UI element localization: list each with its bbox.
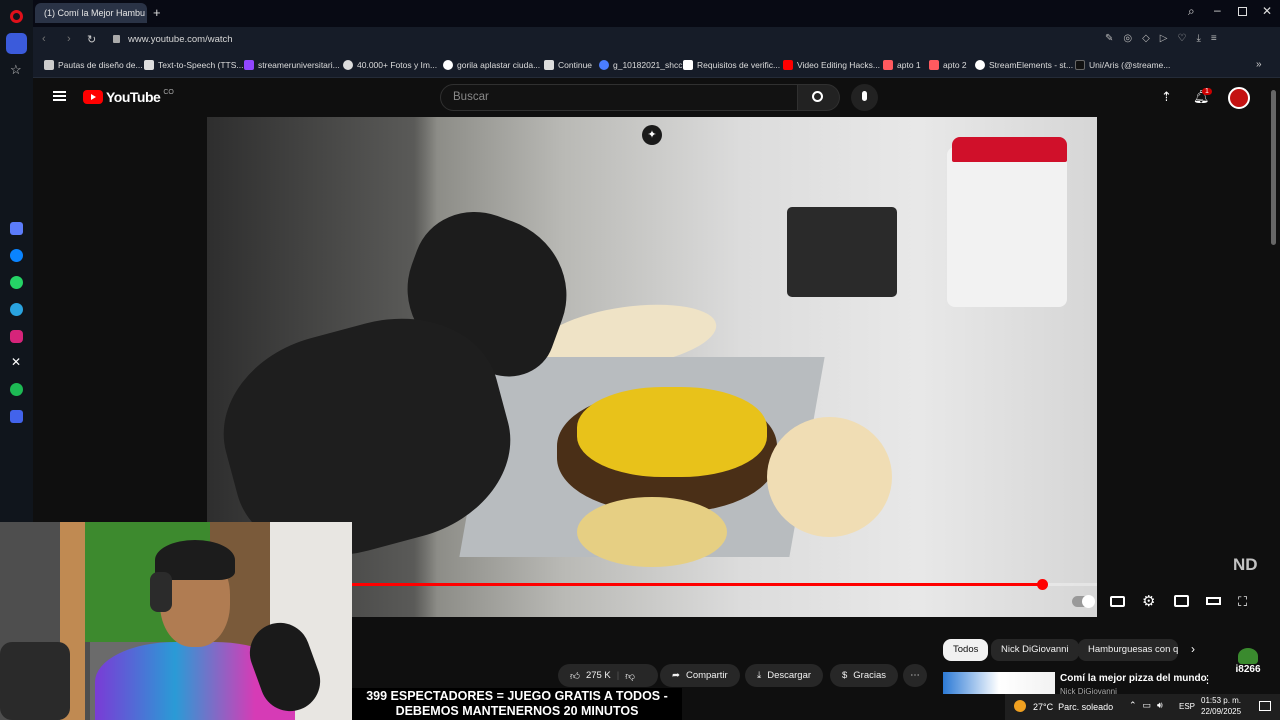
menu-icon[interactable] xyxy=(53,91,66,101)
tab-bar xyxy=(33,0,1280,27)
minimize-button[interactable]: – xyxy=(1214,3,1221,17)
voice-search-button[interactable] xyxy=(851,84,878,111)
taskbar-tray: 27°C Parc. soleado ⌃▭🔊︎ ESP 01:53 p. m. … xyxy=(1005,694,1280,720)
youtube-logo-text: YouTube xyxy=(106,89,161,105)
upload-icon[interactable]: ⇡ xyxy=(1161,89,1172,105)
download-icon: ⤓ xyxy=(757,670,762,681)
chip-hamburguesas[interactable]: Hamburguesas con q xyxy=(1078,639,1178,661)
progress-scrubber[interactable] xyxy=(1037,579,1048,590)
address-toolbar-icons[interactable]: ✎◎◇▷♡⤓≡ xyxy=(1105,33,1227,44)
bookmark-item[interactable]: Video Editing Hacks... xyxy=(783,60,880,70)
clock-time[interactable]: 01:53 p. m. xyxy=(1201,696,1241,705)
search-input[interactable]: Buscar xyxy=(440,84,798,111)
share-icon: ➦ xyxy=(672,670,680,681)
sparkle-button[interactable]: ✦ xyxy=(642,125,662,145)
youtube-logo[interactable]: YouTube CO xyxy=(83,89,174,105)
chip-nick-digiovanni[interactable]: Nick DiGiovanni xyxy=(991,639,1079,661)
language-indicator[interactable]: ESP xyxy=(1179,702,1195,711)
bookmark-item[interactable]: 40.000+ Fotos y Im... xyxy=(343,60,437,70)
tab-search-icon[interactable]: ⌕ xyxy=(1188,4,1195,19)
spotify-icon[interactable] xyxy=(10,383,23,396)
chip-todos[interactable]: Todos xyxy=(943,639,989,661)
player-icon[interactable] xyxy=(10,410,23,423)
home-icon[interactable] xyxy=(6,33,27,54)
like-button[interactable]: 👍︎ 275 K | 👎︎ xyxy=(558,664,658,687)
bookmark-item[interactable]: gorila aplastar ciuda... xyxy=(443,60,540,70)
reload-icon[interactable]: ↻ xyxy=(87,33,96,46)
download-button[interactable]: ⤓ Descargar xyxy=(745,664,824,687)
weather-text[interactable]: 27°C Parc. soleado xyxy=(1033,702,1113,712)
recommended-title[interactable]: Comí la mejor pizza del mundo xyxy=(1060,673,1207,684)
channel-watermark: ND xyxy=(1233,555,1258,574)
back-icon[interactable]: ‹ xyxy=(42,33,46,45)
thanks-icon: $ xyxy=(842,670,848,681)
caption-line-1: 399 ESPECTADORES = JUEGO GRATIS A TODOS … xyxy=(366,689,668,703)
telegram-icon[interactable] xyxy=(10,303,23,316)
page-scrollbar[interactable] xyxy=(1271,90,1276,245)
theater-mode-icon[interactable] xyxy=(1206,597,1221,605)
forward-icon[interactable]: › xyxy=(67,33,71,45)
stream-caption: 399 ESPECTADORES = JUEGO GRATIS A TODOS … xyxy=(352,688,682,720)
like-count: 275 K xyxy=(585,670,611,681)
search-button[interactable] xyxy=(798,84,840,111)
thanks-button[interactable]: $ Gracias xyxy=(830,664,899,687)
maximize-button[interactable] xyxy=(1238,7,1247,16)
miniplayer-icon[interactable] xyxy=(1174,595,1189,607)
mic-icon xyxy=(862,91,867,101)
bookmark-item[interactable]: Text-to-Speech (TTS... xyxy=(144,60,244,70)
opera-logo-icon[interactable] xyxy=(10,10,23,23)
caption-line-2: DEBEMOS MANTENERNOS 20 MINUTOS xyxy=(395,704,639,718)
webcam-overlay xyxy=(0,522,352,720)
share-button[interactable]: ➦ Compartir xyxy=(660,664,740,687)
tab-title: (1) Comí la Mejor Hambu xyxy=(44,8,146,18)
bookmark-item[interactable]: Uni/Aris (@streame... xyxy=(1075,60,1170,70)
more-actions-button[interactable]: ⋯ xyxy=(903,664,927,687)
avatar[interactable] xyxy=(1228,87,1250,109)
notification-badge: 1 xyxy=(1202,88,1212,95)
whatsapp-icon[interactable] xyxy=(10,276,23,289)
tray-icons[interactable]: ⌃▭🔊︎ xyxy=(1129,700,1169,711)
fullscreen-icon[interactable]: ⛶ xyxy=(1238,594,1247,610)
subtitles-icon[interactable] xyxy=(1110,596,1125,607)
instagram-icon[interactable] xyxy=(10,330,23,343)
chips-next-icon[interactable]: › xyxy=(1191,642,1195,656)
notification-center-icon[interactable] xyxy=(1259,701,1271,711)
bookmark-item[interactable]: Continue xyxy=(544,60,592,70)
recommended-thumbnail[interactable] xyxy=(943,672,1055,694)
settings-gear-icon[interactable]: ⚙ xyxy=(1142,592,1155,610)
new-tab-button[interactable]: + xyxy=(153,5,161,20)
bookmark-item[interactable]: Pautas de diseño de... xyxy=(44,60,143,70)
lock-icon xyxy=(113,35,120,43)
bookmark-item[interactable]: streameruniversitari... xyxy=(244,60,340,70)
bookmark-item[interactable]: Requisitos de verific... xyxy=(683,60,780,70)
star-icon[interactable]: ☆ xyxy=(10,62,22,78)
recommended-menu-icon[interactable]: ⋮ xyxy=(1202,673,1213,686)
search-icon xyxy=(812,91,823,102)
autoplay-toggle[interactable] xyxy=(1072,595,1095,608)
stream-badge-text: i8266 xyxy=(1235,664,1261,675)
url-field[interactable]: www.youtube.com/watch xyxy=(128,34,233,45)
weather-icon xyxy=(1014,700,1026,712)
thumbs-down-icon[interactable]: 👎︎ xyxy=(625,670,635,682)
bookmark-item[interactable]: apto 1 xyxy=(883,60,921,70)
aria-icon[interactable] xyxy=(10,222,23,235)
bookmark-item[interactable]: StreamElements - st... xyxy=(975,60,1073,70)
thumbs-up-icon: 👍︎ xyxy=(570,670,580,682)
bookmarks-more-icon[interactable]: » xyxy=(1256,59,1262,70)
messenger-icon[interactable] xyxy=(10,249,23,262)
x-icon[interactable]: ✕ xyxy=(11,355,21,369)
browser-tab[interactable]: (1) Comí la Mejor Hambu xyxy=(35,3,147,23)
stream-badge: i8266 xyxy=(1230,648,1266,680)
bookmark-item[interactable]: apto 2 xyxy=(929,60,967,70)
country-code: CO xyxy=(163,88,174,96)
progress-played xyxy=(352,583,1042,586)
close-window-button[interactable]: ✕ xyxy=(1262,4,1272,18)
clock-date[interactable]: 22/09/2025 xyxy=(1201,707,1241,716)
bookmark-item[interactable]: g_10182021_shcc xyxy=(599,60,682,70)
youtube-play-icon xyxy=(83,90,103,104)
